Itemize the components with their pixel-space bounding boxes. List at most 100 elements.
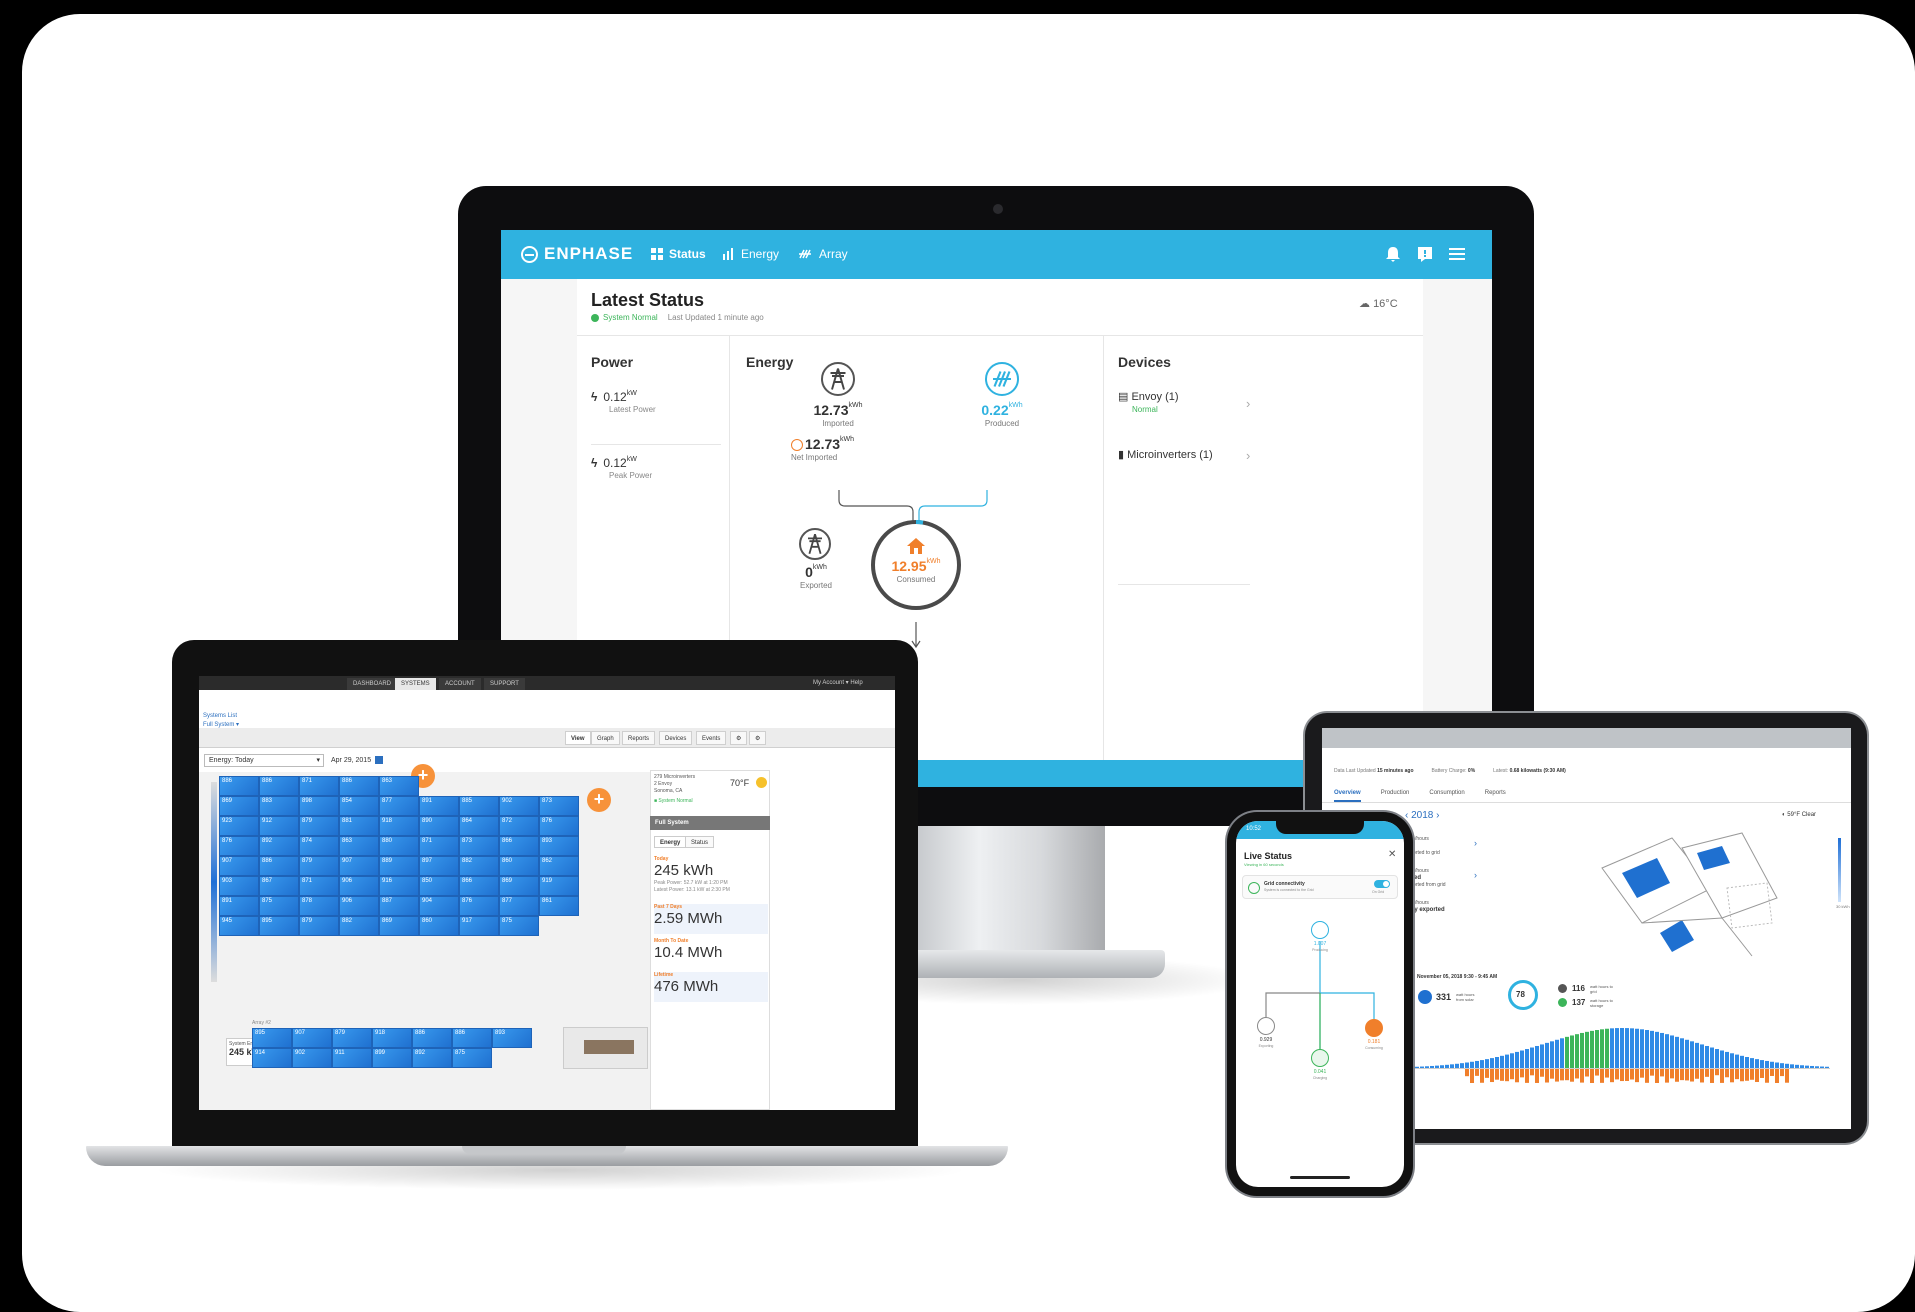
- solar-panel-tile[interactable]: 854: [339, 796, 379, 816]
- solar-panel-tile[interactable]: 863: [339, 836, 379, 856]
- solar-panel-tile[interactable]: 885: [459, 796, 499, 816]
- solar-panel-tile[interactable]: 886: [259, 856, 299, 876]
- solar-panel-tile[interactable]: 886: [339, 776, 379, 796]
- device-envoy[interactable]: ▤ Envoy (1) Normal: [1118, 390, 1179, 414]
- date-nav[interactable]: ‹ 2018 ›: [1405, 810, 1439, 821]
- menu-icon[interactable]: [1447, 244, 1467, 264]
- solar-panel-tile[interactable]: 866: [459, 876, 499, 896]
- solar-panel-tile[interactable]: 871: [419, 836, 459, 856]
- graph-button[interactable]: Graph: [591, 731, 620, 745]
- add-button[interactable]: +: [587, 788, 611, 812]
- grid-export-node[interactable]: [799, 528, 831, 560]
- solar-panel-tile[interactable]: 869: [379, 916, 419, 936]
- solar-panel-tile[interactable]: 889: [379, 856, 419, 876]
- solar-panel-tile[interactable]: 873: [459, 836, 499, 856]
- solar-panel-tile[interactable]: 881: [339, 816, 379, 836]
- chevron-right-icon[interactable]: ›: [1474, 870, 1477, 880]
- nav-status[interactable]: Status: [651, 247, 706, 261]
- phone-battery-node[interactable]: [1311, 1049, 1329, 1067]
- mini-map[interactable]: [563, 1027, 648, 1069]
- my-account-menu[interactable]: My Account ▾ Help: [813, 679, 863, 686]
- solar-panel-tile[interactable]: 890: [419, 816, 459, 836]
- solar-panel-tile[interactable]: 891: [219, 896, 259, 916]
- tab-production[interactable]: Production: [1381, 790, 1410, 802]
- tab-dashboard[interactable]: DASHBOARD: [347, 678, 398, 690]
- solar-panel-tile[interactable]: 897: [419, 856, 459, 876]
- solar-panel-tile[interactable]: 876: [459, 896, 499, 916]
- solar-panel-tile[interactable]: 861: [539, 896, 579, 916]
- solar-panel-tile[interactable]: 862: [539, 856, 579, 876]
- solar-panel-tile[interactable]: 903: [219, 876, 259, 896]
- solar-panel-tile[interactable]: 911: [332, 1048, 372, 1068]
- phone-grid-node[interactable]: [1257, 1017, 1275, 1035]
- solar-panel-tile[interactable]: 876: [539, 816, 579, 836]
- solar-panel-tile[interactable]: 883: [259, 796, 299, 816]
- solar-panel-tile[interactable]: 875: [499, 916, 539, 936]
- solar-panel-tile[interactable]: 898: [299, 796, 339, 816]
- solar-panel-tile[interactable]: 906: [339, 896, 379, 916]
- bell-icon[interactable]: [1383, 244, 1403, 264]
- solar-panel-tile[interactable]: 850: [419, 876, 459, 896]
- settings-icon-button[interactable]: ⚙: [730, 731, 748, 745]
- solar-panel-tile[interactable]: 893: [492, 1028, 532, 1048]
- solar-panel-tile[interactable]: 869: [219, 796, 259, 816]
- solar-produced-node[interactable]: [985, 362, 1019, 396]
- device-microinverters[interactable]: ▮ Microinverters (1): [1118, 448, 1213, 461]
- phone-home-node[interactable]: [1365, 1019, 1383, 1037]
- solar-panel-tile[interactable]: 906: [339, 876, 379, 896]
- solar-panel-tile[interactable]: 874: [299, 836, 339, 856]
- solar-panel-tile[interactable]: 923: [219, 816, 259, 836]
- nav-energy[interactable]: Energy: [723, 247, 779, 261]
- solar-panel-tile[interactable]: 892: [412, 1048, 452, 1068]
- grid-import-node[interactable]: [821, 362, 855, 396]
- solar-panel-tile[interactable]: 880: [379, 836, 419, 856]
- nav-array[interactable]: Array: [797, 247, 848, 261]
- solar-panel-tile[interactable]: 871: [299, 776, 339, 796]
- phone-solar-node[interactable]: [1311, 921, 1329, 939]
- solar-panel-tile[interactable]: 895: [252, 1028, 292, 1048]
- tab-systems[interactable]: SYSTEMS: [395, 678, 436, 690]
- solar-panel-tile[interactable]: 877: [499, 896, 539, 916]
- solar-panel-tile[interactable]: 902: [292, 1048, 332, 1068]
- solar-panel-tile[interactable]: 893: [539, 836, 579, 856]
- tab-reports[interactable]: Reports: [1485, 790, 1506, 802]
- enphase-logo[interactable]: ENPHASE: [521, 244, 633, 264]
- solar-panel-tile[interactable]: 945: [219, 916, 259, 936]
- solar-panel-tile[interactable]: 918: [379, 816, 419, 836]
- solar-panel-tile[interactable]: 882: [339, 916, 379, 936]
- tab-consumption[interactable]: Consumption: [1429, 790, 1464, 802]
- tab-support[interactable]: SUPPORT: [484, 678, 525, 690]
- solar-panel-tile[interactable]: 886: [259, 776, 299, 796]
- solar-panel-tile[interactable]: 907: [339, 856, 379, 876]
- view-button[interactable]: View: [565, 731, 591, 745]
- chat-icon[interactable]: [1415, 244, 1435, 264]
- solar-panel-tile[interactable]: 918: [372, 1028, 412, 1048]
- solar-panel-tile[interactable]: 887: [379, 896, 419, 916]
- solar-panel-tile[interactable]: 912: [259, 816, 299, 836]
- solar-panel-tile[interactable]: 891: [419, 796, 459, 816]
- chevron-right-icon[interactable]: ›: [1474, 838, 1477, 848]
- solar-panel-tile[interactable]: 904: [419, 896, 459, 916]
- solar-panel-tile[interactable]: 892: [259, 836, 299, 856]
- solar-panel-tile[interactable]: 882: [459, 856, 499, 876]
- solar-panel-tile[interactable]: 869: [499, 876, 539, 896]
- site-map[interactable]: [1582, 828, 1782, 958]
- solar-panel-tile[interactable]: 875: [259, 896, 299, 916]
- solar-panel-tile[interactable]: 866: [499, 836, 539, 856]
- tab-energy[interactable]: Energy: [654, 836, 687, 848]
- solar-panel-tile[interactable]: 867: [259, 876, 299, 896]
- solar-panel-tile[interactable]: 899: [372, 1048, 412, 1068]
- chevron-right-icon[interactable]: ›: [1246, 448, 1250, 463]
- solar-panel-tile[interactable]: 860: [419, 916, 459, 936]
- solar-panel-tile[interactable]: 914: [252, 1048, 292, 1068]
- tab-account[interactable]: ACCOUNT: [439, 678, 481, 690]
- solar-panel-tile[interactable]: 871: [299, 876, 339, 896]
- solar-panel-tile[interactable]: 919: [539, 876, 579, 896]
- solar-panel-tile[interactable]: 864: [459, 816, 499, 836]
- solar-panel-tile[interactable]: 873: [539, 796, 579, 816]
- solar-panel-tile[interactable]: 917: [459, 916, 499, 936]
- solar-panel-tile[interactable]: 875: [452, 1048, 492, 1068]
- zoom-slider[interactable]: [211, 782, 217, 982]
- solar-panel-tile[interactable]: 916: [379, 876, 419, 896]
- tab-status[interactable]: Status: [685, 836, 715, 848]
